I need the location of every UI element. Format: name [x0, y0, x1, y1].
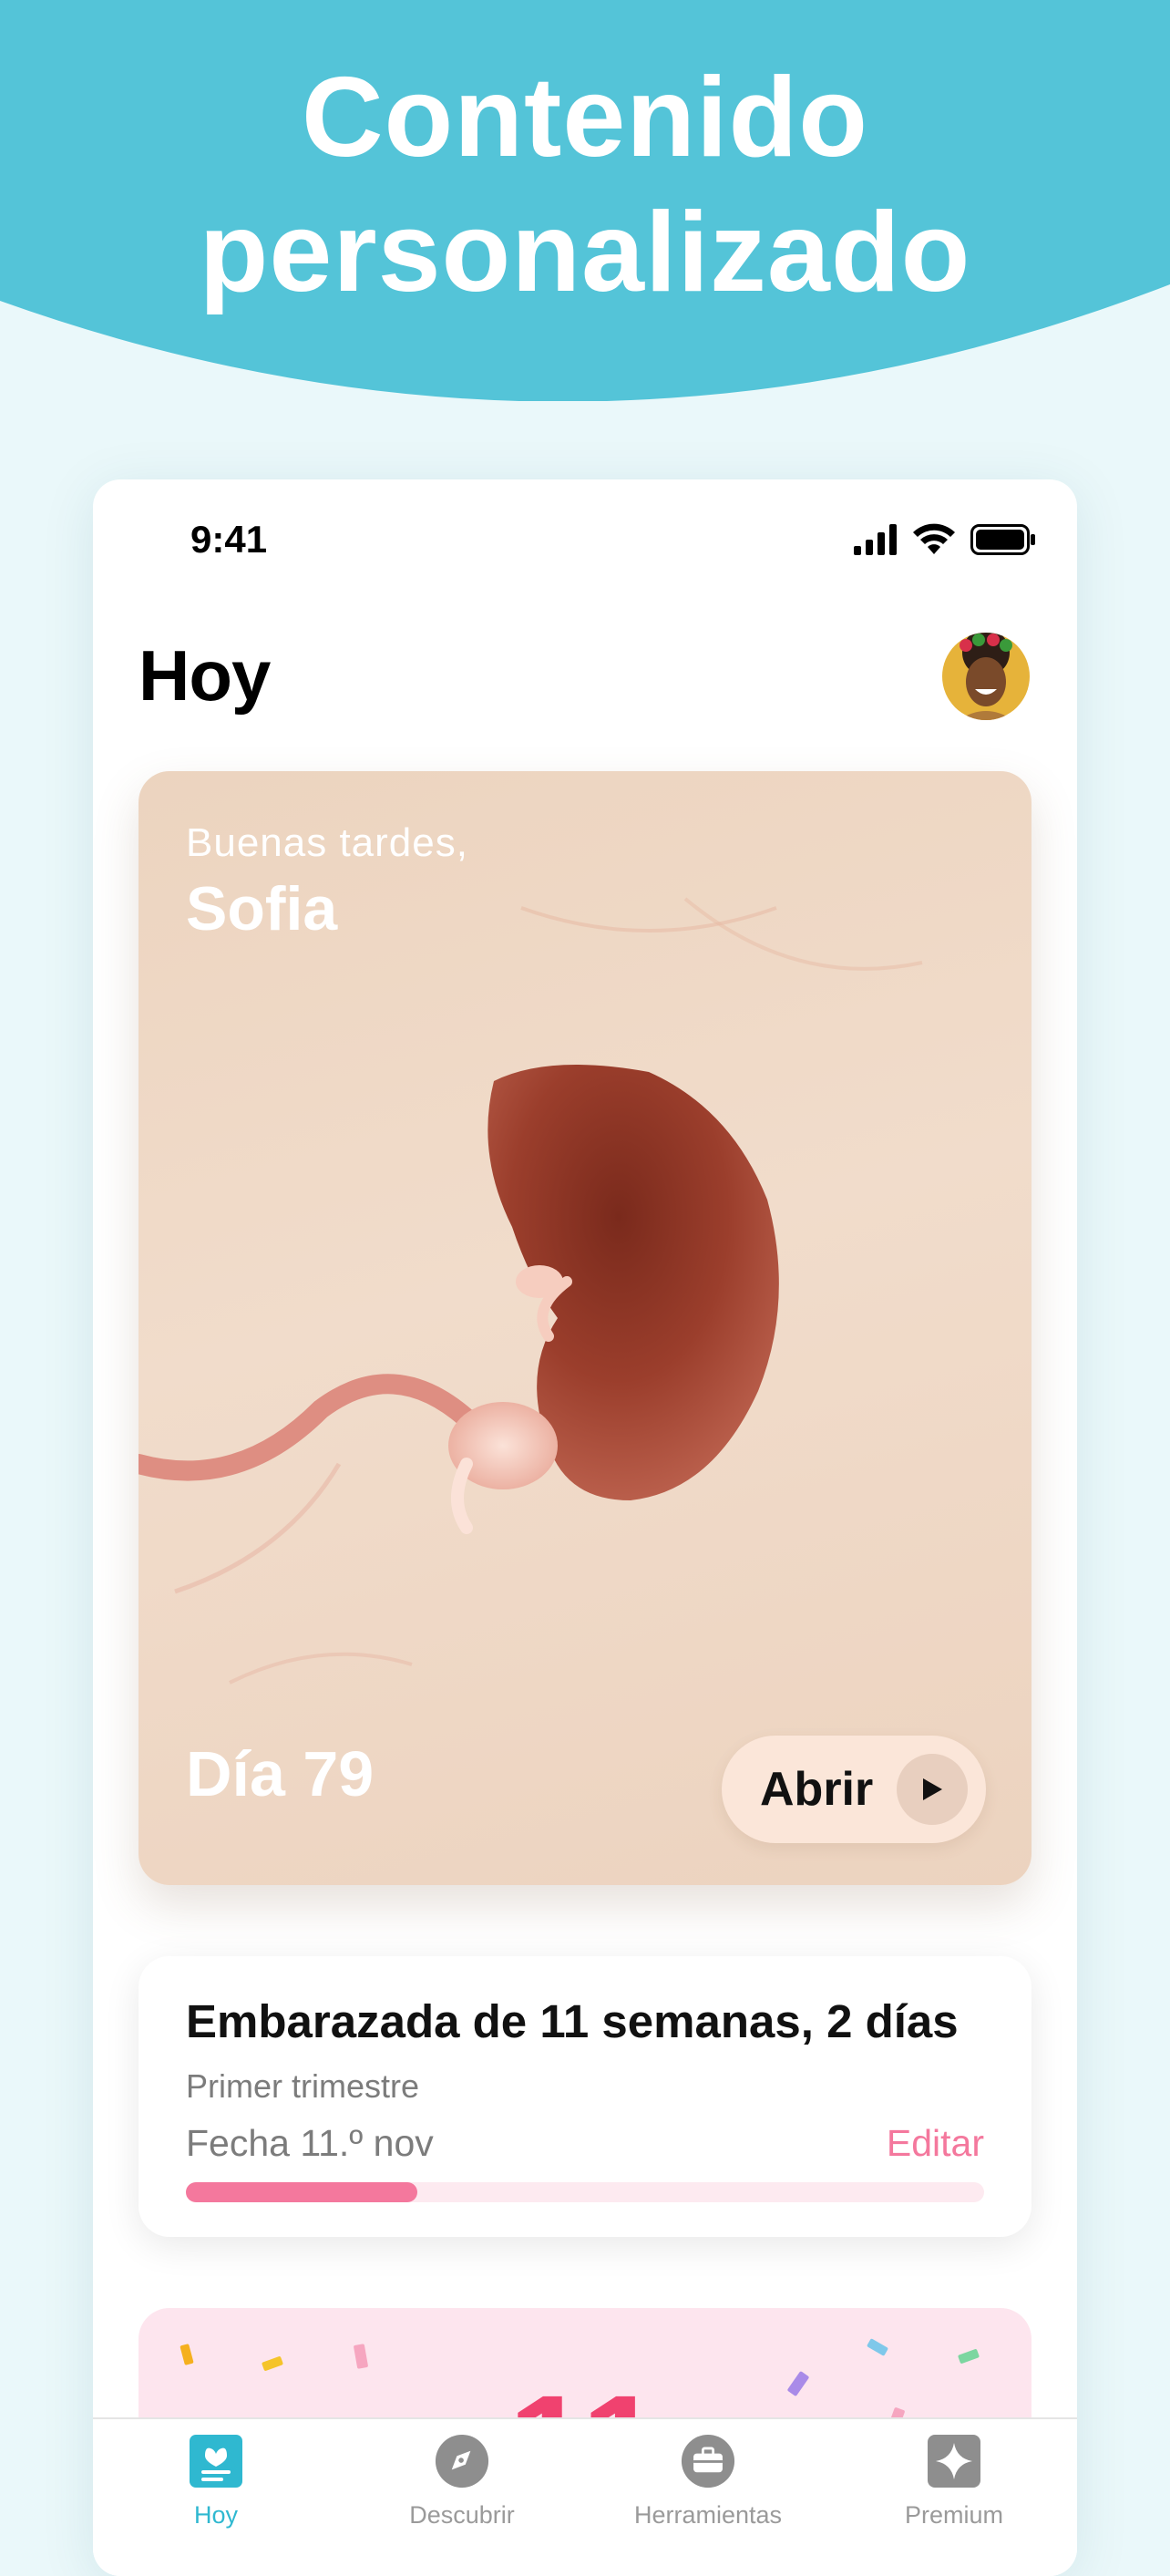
banner-title-line2: personalizado	[199, 190, 971, 315]
play-icon	[897, 1754, 968, 1825]
tab-premium[interactable]: Premium	[831, 2419, 1077, 2576]
tab-label: Hoy	[193, 2501, 238, 2529]
tab-label: Premium	[904, 2501, 1003, 2529]
tab-bar: Hoy Descubrir Herramientas Premium	[93, 2417, 1077, 2576]
trimester-label: Primer trimestre	[186, 2067, 420, 2105]
hero-banner: Contenido personalizado	[0, 0, 1170, 401]
page-title: Hoy	[139, 635, 271, 716]
toolbox-icon	[681, 2434, 735, 2488]
pregnancy-progress-fill	[186, 2182, 418, 2202]
status-time: 9:41	[190, 518, 268, 561]
open-button-label: Abrir	[760, 1763, 874, 1816]
today-icon	[189, 2434, 243, 2488]
status-icons	[854, 523, 1036, 556]
tab-label: Herramientas	[633, 2501, 783, 2529]
edit-button[interactable]: Editar	[887, 2122, 984, 2165]
pregnancy-progress-bar	[186, 2182, 984, 2202]
compass-icon	[435, 2434, 489, 2488]
tab-tools[interactable]: Herramientas	[585, 2419, 831, 2576]
greeting: Buenas tardes,	[186, 820, 468, 865]
tab-today[interactable]: Hoy	[93, 2419, 339, 2576]
confetti-piece	[957, 2348, 980, 2365]
user-name: Sofia	[186, 874, 338, 943]
tab-discover[interactable]: Descubrir	[339, 2419, 585, 2576]
banner-title-line1: Contenido	[302, 55, 868, 180]
daily-hero-card[interactable]: Buenas tardes, Sofia Día 79 Abrir	[139, 771, 1031, 1885]
phone-screen: 9:41 Hoy Buenas tardes, Sofia Día 79 Abr…	[93, 479, 1077, 2576]
confetti-piece	[866, 2338, 889, 2356]
banner-title: Contenido personalizado	[0, 50, 1170, 320]
pregnancy-summary-card[interactable]: Embarazada de 11 semanas, 2 días Primer …	[139, 1956, 1031, 2237]
wifi-icon	[913, 523, 955, 554]
signal-icon	[854, 524, 897, 555]
open-button[interactable]: Abrir	[722, 1736, 986, 1843]
day-counter: Día 79	[186, 1738, 375, 1809]
pregnancy-title: Embarazada de 11 semanas, 2 días	[186, 1995, 959, 2047]
profile-avatar[interactable]	[942, 633, 1030, 720]
tab-label: Descubrir	[409, 2501, 515, 2529]
battery-icon	[970, 524, 1035, 555]
sparkle-icon	[927, 2434, 981, 2488]
due-date: Fecha 11.º nov	[186, 2122, 434, 2164]
